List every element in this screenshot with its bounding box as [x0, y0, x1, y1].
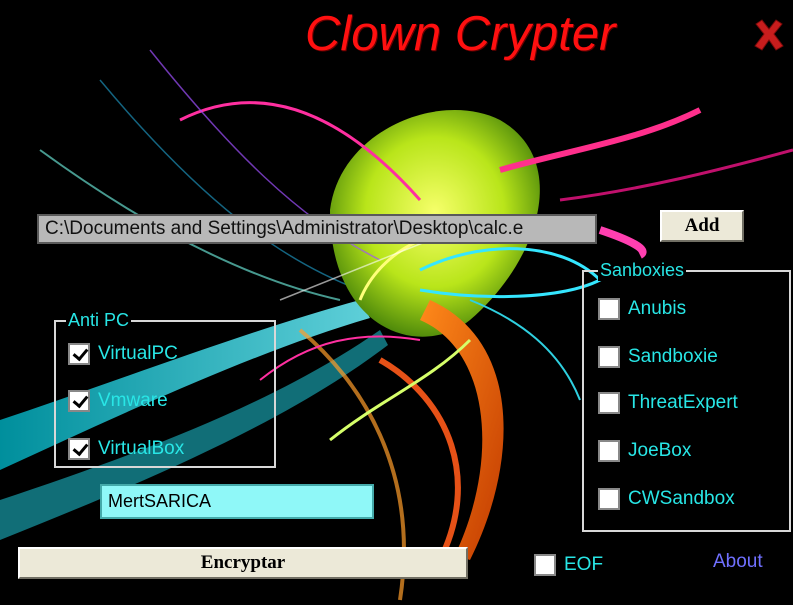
anti-pc-legend: Anti PC — [66, 309, 132, 331]
about-link[interactable]: About — [713, 550, 763, 574]
eof-label: EOF — [564, 554, 604, 575]
virtualbox-checkbox[interactable] — [68, 438, 90, 460]
eof-option[interactable]: EOF — [534, 551, 603, 579]
anti-pc-option-virtualbox[interactable]: VirtualBox — [68, 434, 184, 464]
anubis-label: Anubis — [628, 298, 687, 319]
eof-checkbox[interactable] — [534, 554, 556, 576]
name-input[interactable]: MertSARICA — [100, 484, 374, 519]
joebox-checkbox[interactable] — [598, 440, 620, 462]
vmware-label: Vmware — [98, 390, 168, 411]
close-x-icon[interactable] — [752, 18, 786, 52]
encrypt-button[interactable]: Encryptar — [18, 547, 468, 579]
cwsandbox-label: CWSandbox — [628, 488, 735, 509]
vmware-checkbox[interactable] — [68, 390, 90, 412]
sandbox-option-sandboxie[interactable]: Sandboxie — [598, 342, 718, 372]
cwsandbox-checkbox[interactable] — [598, 488, 620, 510]
anti-pc-option-vmware[interactable]: Vmware — [68, 386, 168, 416]
virtualpc-label: VirtualPC — [98, 343, 178, 364]
virtualpc-checkbox[interactable] — [68, 343, 90, 365]
add-button[interactable]: Add — [660, 210, 744, 242]
anti-pc-group: Anti PC VirtualPC Vmware VirtualBox — [54, 309, 276, 468]
threatexpert-label: ThreatExpert — [628, 392, 738, 413]
virtualbox-label: VirtualBox — [98, 438, 185, 459]
sandbox-option-joebox[interactable]: JoeBox — [598, 436, 691, 466]
sandbox-option-anubis[interactable]: Anubis — [598, 294, 686, 324]
joebox-label: JoeBox — [628, 440, 692, 461]
sandboxies-group: Sanboxies Anubis Sandboxie ThreatExpert … — [582, 259, 791, 532]
sandbox-option-cwsandbox[interactable]: CWSandbox — [598, 484, 735, 514]
sandboxies-legend: Sanboxies — [598, 259, 687, 281]
sandboxie-checkbox[interactable] — [598, 346, 620, 368]
anti-pc-option-virtualpc[interactable]: VirtualPC — [68, 339, 178, 369]
sandbox-option-threatexpert[interactable]: ThreatExpert — [598, 388, 738, 418]
sandboxie-label: Sandboxie — [628, 346, 718, 367]
anubis-checkbox[interactable] — [598, 298, 620, 320]
file-path-input[interactable]: C:\Documents and Settings\Administrator\… — [37, 214, 597, 244]
app-title: Clown Crypter — [305, 7, 616, 61]
threatexpert-checkbox[interactable] — [598, 392, 620, 414]
